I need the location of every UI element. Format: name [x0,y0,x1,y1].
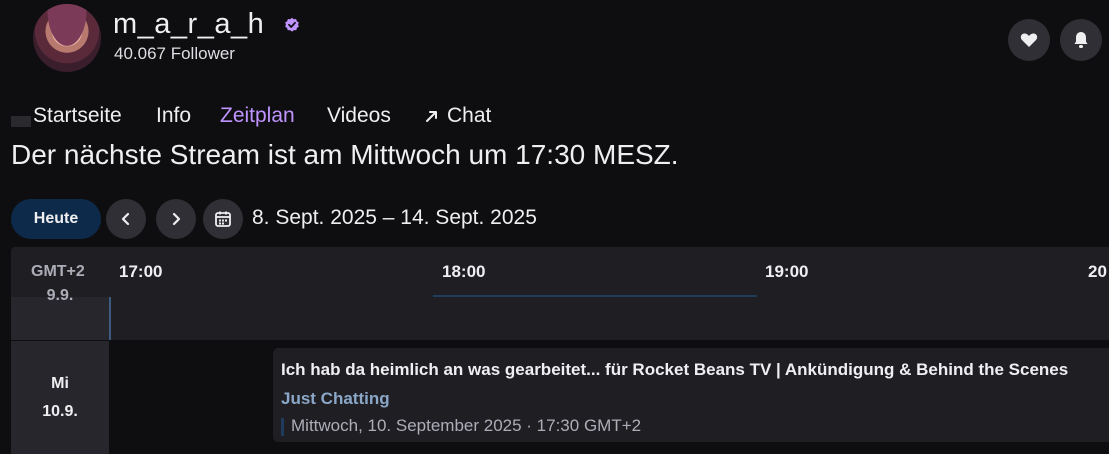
heart-icon [1020,33,1038,47]
event-category[interactable]: Just Chatting [281,389,390,409]
day-label: 9.9. [46,287,74,304]
time-label: 20 [1088,262,1107,281]
external-arrow-icon [426,111,437,122]
time-label: 19:00 [765,262,809,281]
calendar-picker-button[interactable] [203,199,243,239]
chevron-right-icon [172,212,181,226]
time-label: 17:00 [119,262,163,281]
next-stream-notice: Der nächste Stream ist am Mittwoch um 17… [11,139,679,170]
day-row [109,297,1109,340]
nav-indicator [11,116,31,127]
tab-chat[interactable]: Chat [425,104,491,128]
follow-button[interactable] [1008,19,1050,61]
chevron-left-icon [121,212,130,226]
previous-week-button[interactable] [106,199,146,239]
day-date: 10.9. [42,403,78,420]
follower-count: 40.067 Follower [114,44,235,63]
notifications-button[interactable] [1060,19,1102,61]
calendar-icon [215,211,231,227]
now-line [109,297,111,340]
time-header: GMT+2 17:00 18:00 19:00 20 [11,247,1109,298]
channel-header: m_a_r_a_h 40.067 Follower [0,0,1109,80]
tab-videos[interactable]: Videos [327,104,391,128]
event-datetime: Mittwoch, 10. September 2025 · 17:30 GMT… [291,416,642,435]
avatar[interactable] [33,4,101,72]
tab-chat-label: Chat [447,104,492,127]
tab-zeitplan[interactable]: Zeitplan [220,104,295,128]
today-button[interactable]: Heute [11,199,101,239]
timezone-label: GMT+2 [31,263,85,280]
bell-icon [1074,32,1088,48]
schedule-grid: GMT+2 17:00 18:00 19:00 20 9.9. Mi 10.9.… [11,247,1109,454]
time-label: 18:00 [442,262,486,281]
event-title: Ich hab da heimlich an was gearbeitet...… [281,360,1069,379]
channel-name[interactable]: m_a_r_a_h [113,8,264,41]
day-label: Mi 10.9. [11,370,109,426]
verified-badge-icon [285,17,299,32]
schedule-event[interactable]: Ich hab da heimlich an was gearbeitet...… [273,348,1109,442]
tab-startseite[interactable]: Startseite [33,104,122,128]
date-range: 8. Sept. 2025 – 14. Sept. 2025 [252,206,537,229]
event-accent-bar [281,418,284,436]
next-week-button[interactable] [156,199,196,239]
day-weekday: Mi [51,375,69,392]
tab-info[interactable]: Info [156,104,191,128]
